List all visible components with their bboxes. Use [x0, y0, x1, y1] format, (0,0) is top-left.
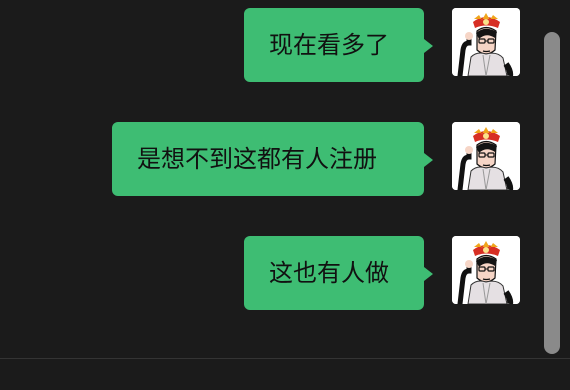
message-row-3: 这也有人做: [244, 236, 520, 310]
message-bubble-2[interactable]: 是想不到这都有人注册: [112, 122, 433, 196]
cartoon-avatar-icon: [452, 122, 520, 190]
cartoon-avatar-icon: [452, 236, 520, 304]
user-avatar-3[interactable]: [452, 236, 520, 304]
message-row-2: 是想不到这都有人注册: [112, 122, 520, 196]
user-avatar-1[interactable]: [452, 8, 520, 76]
message-bubble-1[interactable]: 现在看多了: [244, 8, 433, 82]
message-bubble-3[interactable]: 这也有人做: [244, 236, 433, 310]
vertical-scrollbar-icon[interactable]: [544, 32, 560, 354]
message-input-area[interactable]: [0, 359, 570, 390]
cartoon-avatar-icon: [452, 8, 520, 76]
user-avatar-2[interactable]: [452, 122, 520, 190]
message-row-1: 现在看多了: [244, 8, 520, 82]
chat-window: 现在看多了 是想不到这都有人注册 这也有人做: [0, 0, 570, 390]
